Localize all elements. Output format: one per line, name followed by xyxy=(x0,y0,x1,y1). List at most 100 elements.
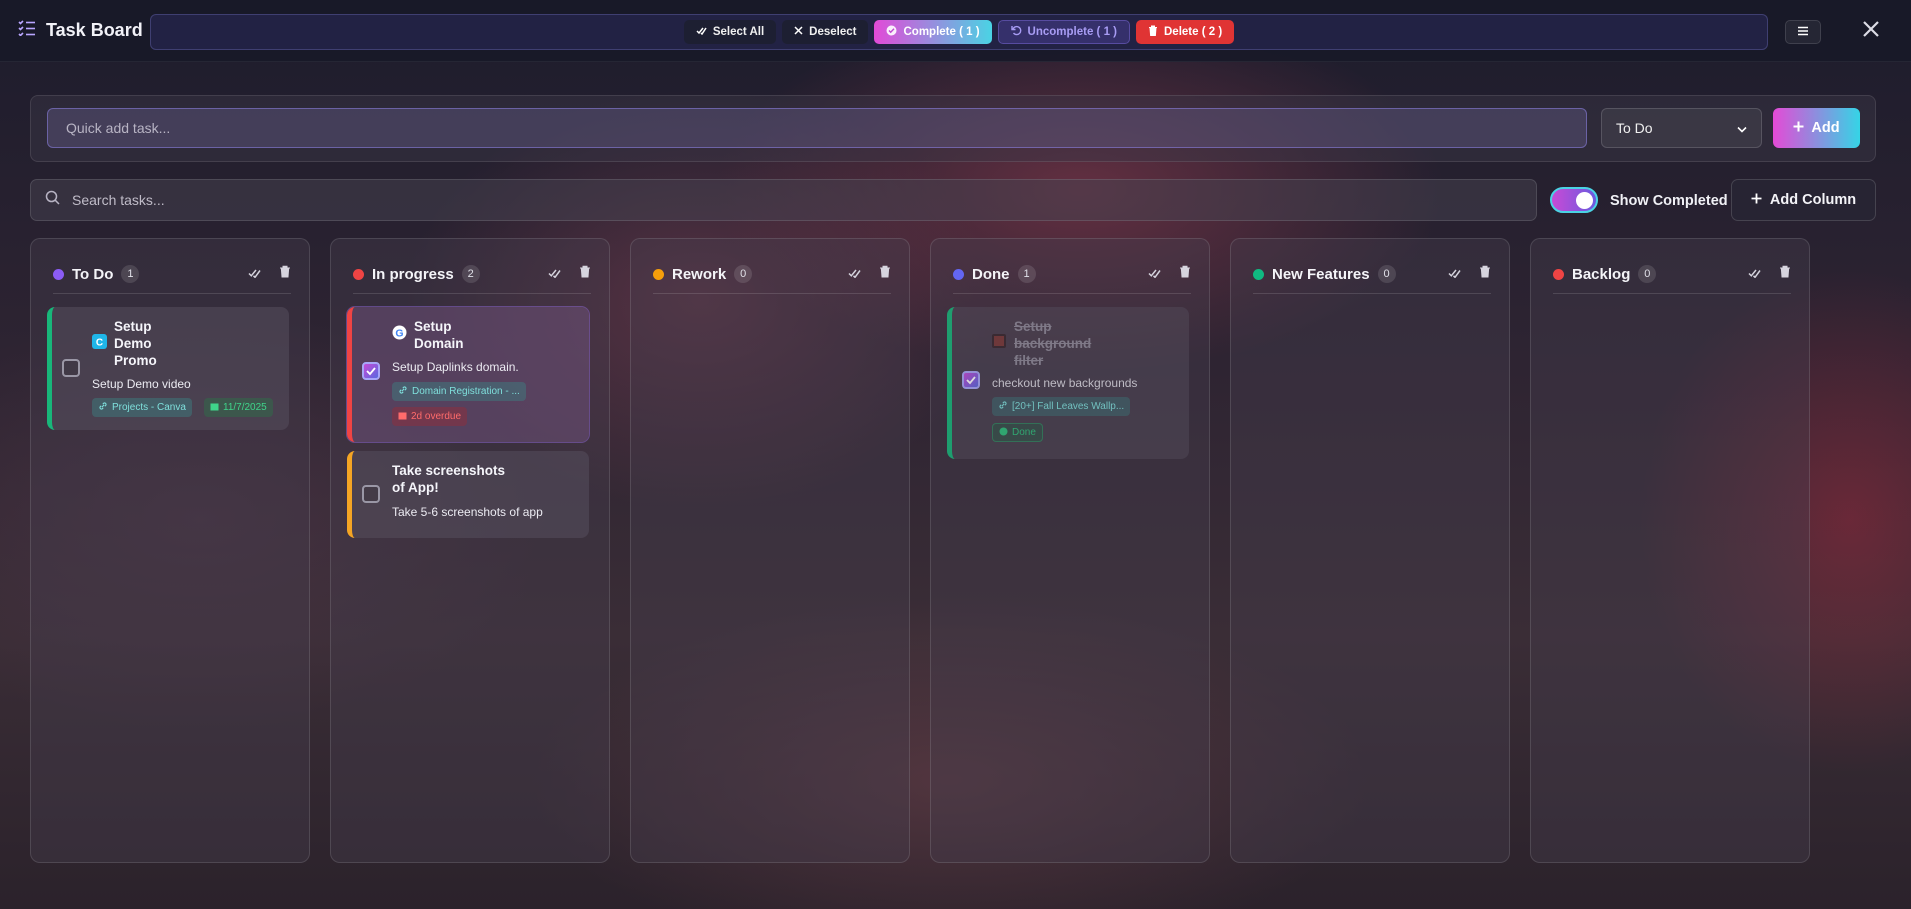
task-list-icon xyxy=(18,20,36,41)
deselect-button[interactable]: Deselect xyxy=(782,20,869,44)
task-title-line: Take screenshots xyxy=(392,463,506,478)
delete-column-icon[interactable] xyxy=(1479,265,1491,283)
task-title: Setup Domain xyxy=(414,318,464,352)
task-card[interactable]: G Setup Domain Setup Daplinks domain. Do… xyxy=(347,307,589,442)
complete-all-icon[interactable] xyxy=(1448,265,1461,283)
uncomplete-button[interactable]: Uncomplete ( 1 ) xyxy=(997,20,1130,44)
task-card[interactable]: C Setup Demo Promo Setup Demo video Proj… xyxy=(47,307,289,430)
add-column-button[interactable]: Add Column xyxy=(1731,179,1876,221)
complete-all-icon[interactable] xyxy=(1148,265,1161,283)
column-header: Done 1 xyxy=(953,259,1191,289)
complete-all-icon[interactable] xyxy=(848,265,861,283)
google-icon: G xyxy=(392,325,407,345)
column-title: To Do xyxy=(72,265,114,283)
column-done: Done 1 Setup background filter checkout … xyxy=(930,238,1210,863)
task-link-text: Projects - Canva xyxy=(112,402,186,413)
deselect-label: Deselect xyxy=(809,26,857,38)
task-status-text: Done xyxy=(1012,427,1036,438)
column-title: Done xyxy=(972,265,1010,283)
search-input[interactable] xyxy=(72,192,1472,208)
column-header: Backlog 0 xyxy=(1553,259,1791,289)
menu-button[interactable] xyxy=(1785,20,1821,44)
column-divider xyxy=(653,293,891,294)
column-actions xyxy=(1148,265,1191,283)
task-title-line: Promo xyxy=(114,353,157,368)
task-checkbox[interactable] xyxy=(362,485,380,503)
column-actions xyxy=(848,265,891,283)
double-check-icon xyxy=(696,26,707,38)
task-title-line: filter xyxy=(1014,353,1044,368)
add-task-label: Add xyxy=(1811,120,1840,136)
column-count-badge: 2 xyxy=(461,265,480,283)
plus-icon xyxy=(1751,192,1762,208)
column-actions xyxy=(1448,265,1491,283)
task-title-line: Domain xyxy=(414,336,464,351)
column-title: Rework xyxy=(672,265,727,283)
task-checkbox[interactable] xyxy=(962,371,980,389)
app-title: Task Board xyxy=(46,20,143,40)
calendar-icon xyxy=(210,402,219,414)
column-count-badge: 0 xyxy=(1638,265,1657,283)
link-icon xyxy=(398,385,408,398)
delete-column-icon[interactable] xyxy=(1779,265,1791,283)
task-overdue-text: 2d overdue xyxy=(411,411,462,422)
task-checkbox[interactable] xyxy=(62,359,80,377)
x-icon xyxy=(794,26,803,38)
task-link-tag[interactable]: Domain Registration - ... xyxy=(392,382,526,401)
task-card[interactable]: Setup background filter checkout new bac… xyxy=(947,307,1189,459)
close-icon xyxy=(1862,20,1880,43)
add-task-button[interactable]: Add xyxy=(1773,108,1860,148)
quick-add-input[interactable] xyxy=(47,108,1587,148)
search-icon xyxy=(45,190,60,210)
complete-all-icon[interactable] xyxy=(1748,265,1761,283)
column-color-dot xyxy=(653,268,664,280)
delete-column-icon[interactable] xyxy=(579,265,591,283)
link-icon xyxy=(998,400,1008,413)
column-select[interactable]: To Do xyxy=(1601,108,1762,148)
task-card[interactable]: Take screenshots of App! Take 5-6 screen… xyxy=(347,451,589,538)
canva-icon: C xyxy=(92,334,107,354)
delete-column-icon[interactable] xyxy=(279,265,291,283)
bulk-action-bar: Select All Deselect Complete ( 1 ) Uncom… xyxy=(150,14,1768,50)
column-title: In progress xyxy=(372,265,454,283)
column-actions xyxy=(248,265,291,283)
column-header: In progress 2 xyxy=(353,259,591,289)
task-title-line: of App! xyxy=(392,480,439,495)
task-checkbox[interactable] xyxy=(362,362,380,380)
trash-icon xyxy=(1148,25,1158,39)
show-completed-toggle[interactable] xyxy=(1550,187,1598,213)
task-link-text: [20+] Fall Leaves Wallp... xyxy=(1012,401,1125,412)
column-color-dot xyxy=(53,268,64,280)
delete-column-icon[interactable] xyxy=(1179,265,1191,283)
task-link-tag[interactable]: [20+] Fall Leaves Wallp... xyxy=(992,397,1131,416)
task-overdue-tag: 2d overdue xyxy=(392,407,468,426)
chevron-down-icon xyxy=(1737,120,1747,136)
toggle-knob xyxy=(1576,192,1593,209)
column-to-do: To Do 1 C Setup Demo Promo Setup Demo vi… xyxy=(30,238,310,863)
complete-button[interactable]: Complete ( 1 ) xyxy=(874,20,992,44)
close-button[interactable] xyxy=(1858,18,1884,44)
select-all-label: Select All xyxy=(712,26,765,38)
complete-all-icon[interactable] xyxy=(248,265,261,283)
task-date-text: 11/7/2025 xyxy=(223,402,267,413)
complete-all-icon[interactable] xyxy=(548,265,561,283)
select-all-button[interactable]: Select All xyxy=(683,20,777,44)
task-description: Take 5-6 screenshots of app xyxy=(392,505,543,519)
delete-column-icon[interactable] xyxy=(879,265,891,283)
check-icon xyxy=(364,364,378,378)
column-actions xyxy=(1748,265,1791,283)
task-link-text: Domain Registration - ... xyxy=(412,386,520,397)
delete-button[interactable]: Delete ( 2 ) xyxy=(1136,20,1235,44)
wallpaper-icon xyxy=(992,334,1006,353)
task-description: Setup Demo video xyxy=(92,377,191,391)
quick-add-panel: To Do Add xyxy=(30,95,1876,162)
column-color-dot xyxy=(353,268,364,280)
column-count-badge: 0 xyxy=(1377,265,1396,283)
undo-icon xyxy=(1010,25,1022,39)
column-color-dot xyxy=(1253,268,1264,280)
task-link-tag[interactable]: Projects - Canva xyxy=(92,398,192,417)
complete-label: Complete ( 1 ) xyxy=(903,26,980,38)
brand: Task Board xyxy=(18,20,143,41)
column-color-dot xyxy=(953,268,964,280)
column-divider xyxy=(353,293,591,294)
